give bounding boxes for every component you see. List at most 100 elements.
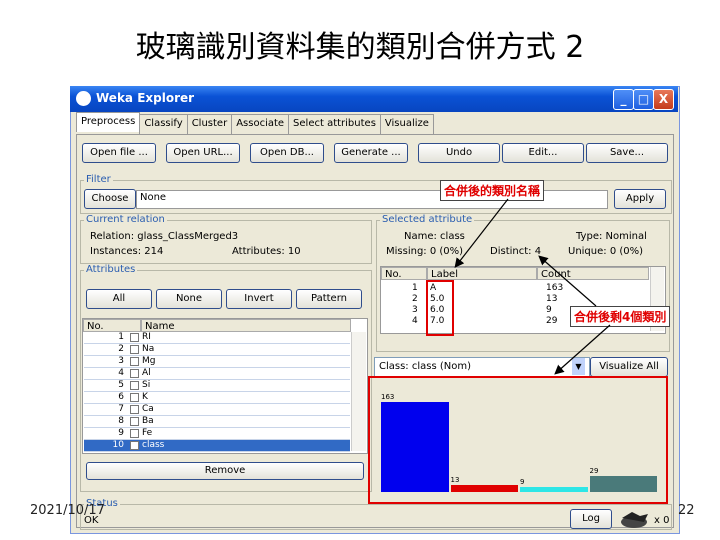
attribute-row[interactable]: 8 Ba <box>84 416 350 428</box>
attribute-row[interactable]: 2 Na <box>84 344 350 356</box>
attribute-row[interactable]: 9 Fe <box>84 428 350 440</box>
label-row-no: 4 <box>412 316 418 326</box>
remove-button[interactable]: Remove <box>86 462 364 480</box>
row-name: Ba <box>142 416 154 426</box>
row-no: 7 <box>118 404 124 414</box>
attribute-row[interactable]: 7 Ca <box>84 404 350 416</box>
attribute-row-selected[interactable]: 10 class <box>84 440 350 452</box>
open-file-button[interactable]: Open file ... <box>82 143 156 163</box>
row-no: 6 <box>118 392 124 402</box>
tab-select-attributes[interactable]: Select attributes <box>288 114 381 134</box>
select-none-button[interactable]: None <box>156 289 222 309</box>
attributes-count: Attributes: 10 <box>232 246 301 257</box>
col-header-label[interactable]: Label <box>427 267 537 280</box>
row-checkbox[interactable] <box>130 333 139 342</box>
row-no: 10 <box>112 440 124 450</box>
row-no: 9 <box>118 428 124 438</box>
row-name: Ca <box>142 404 154 414</box>
instances-count: Instances: 214 <box>90 246 164 257</box>
selected-attribute-label: Selected attribute <box>380 214 475 225</box>
row-name: K <box>142 392 148 402</box>
choose-button[interactable]: Choose <box>84 189 136 209</box>
label-row-no: 3 <box>412 305 418 315</box>
tab-preprocess[interactable]: Preprocess <box>76 112 141 132</box>
attributes-label: Attributes <box>84 264 138 275</box>
attr-unique: Unique: 0 (0%) <box>568 246 644 257</box>
four-classes-callout: 合併後剩4個類別 <box>570 306 671 327</box>
merged-names-callout: 合併後的類別名稱 <box>440 180 545 201</box>
col-header-no[interactable]: No. <box>83 319 141 332</box>
window-titlebar[interactable]: Weka Explorer _ □ X <box>70 86 678 112</box>
chevron-down-icon[interactable]: ▼ <box>572 358 585 375</box>
row-name: Fe <box>142 428 153 438</box>
filter-label: Filter <box>84 174 113 185</box>
row-name: Na <box>142 344 155 354</box>
label-row-count: 13 <box>546 294 558 304</box>
attr-name: Name: class <box>404 231 465 242</box>
row-checkbox[interactable] <box>130 381 139 390</box>
attribute-row[interactable]: 6K <box>84 392 350 404</box>
relation-name: Relation: glass_ClassMerged3 <box>90 231 239 242</box>
save-button[interactable]: Save... <box>586 143 668 163</box>
row-checkbox[interactable] <box>130 393 139 402</box>
attribute-row[interactable]: 1 RI <box>84 332 350 344</box>
label-row-count: 29 <box>546 316 558 326</box>
task-count: x 0 <box>654 515 670 526</box>
tab-associate[interactable]: Associate <box>231 114 290 134</box>
col-header-no[interactable]: No. <box>381 267 427 280</box>
generate-button[interactable]: Generate ... <box>334 143 408 163</box>
row-checkbox[interactable] <box>130 405 139 414</box>
row-checkbox[interactable] <box>130 417 139 426</box>
tab-classify[interactable]: Classify <box>139 114 188 134</box>
undo-button[interactable]: Undo <box>418 143 500 163</box>
label-row-count: 163 <box>546 283 564 293</box>
row-name: Al <box>142 368 151 378</box>
edit-button[interactable]: Edit... <box>502 143 584 163</box>
log-button[interactable]: Log <box>570 509 612 529</box>
col-header-count[interactable]: Count <box>537 267 649 280</box>
maximize-button[interactable]: □ <box>633 89 654 110</box>
attr-distinct: Distinct: 4 <box>490 246 542 257</box>
row-no: 8 <box>118 416 124 426</box>
col-header-name[interactable]: Name <box>141 319 351 332</box>
attr-type: Type: Nominal <box>576 231 647 242</box>
pattern-button[interactable]: Pattern <box>296 289 362 309</box>
close-button[interactable]: X <box>653 89 674 110</box>
visualize-all-button[interactable]: Visualize All <box>590 357 668 377</box>
select-all-button[interactable]: All <box>86 289 152 309</box>
row-checkbox[interactable] <box>130 441 139 450</box>
label-row-no: 2 <box>412 294 418 304</box>
window-title: Weka Explorer <box>96 91 195 105</box>
slide-page-number: 22 <box>678 503 695 518</box>
row-name: RI <box>142 332 151 342</box>
row-no: 4 <box>118 368 124 378</box>
weka-bird-icon <box>621 512 648 528</box>
current-relation-group <box>80 220 372 264</box>
row-checkbox[interactable] <box>130 429 139 438</box>
label-row-no: 1 <box>412 283 418 293</box>
open-db-button[interactable]: Open DB... <box>250 143 324 163</box>
attribute-row[interactable]: 3 Mg <box>84 356 350 368</box>
row-checkbox[interactable] <box>130 357 139 366</box>
tab-cluster[interactable]: Cluster <box>186 114 233 134</box>
minimize-button[interactable]: _ <box>613 89 634 110</box>
row-no: 5 <box>118 380 124 390</box>
attribute-row[interactable]: 5 Si <box>84 380 350 392</box>
row-checkbox[interactable] <box>130 369 139 378</box>
histogram-highlight <box>368 376 668 504</box>
slide-title: 玻璃識別資料集的類別合併方式 2 <box>135 30 585 65</box>
invert-selection-button[interactable]: Invert <box>226 289 292 309</box>
row-no: 3 <box>118 356 124 366</box>
open-url-button[interactable]: Open URL... <box>166 143 240 163</box>
apply-button[interactable]: Apply <box>614 189 666 209</box>
class-select[interactable]: Class: class (Nom) <box>374 357 590 377</box>
row-name: Mg <box>142 356 156 366</box>
row-no: 2 <box>118 344 124 354</box>
current-relation-label: Current relation <box>84 214 167 225</box>
row-checkbox[interactable] <box>130 345 139 354</box>
attribute-row[interactable]: 4 Al <box>84 368 350 380</box>
label-column-highlight <box>426 280 454 336</box>
tab-visualize[interactable]: Visualize <box>379 114 434 134</box>
attributes-scrollbar[interactable] <box>351 332 366 451</box>
slide-date: 2021/10/17 <box>30 503 105 518</box>
